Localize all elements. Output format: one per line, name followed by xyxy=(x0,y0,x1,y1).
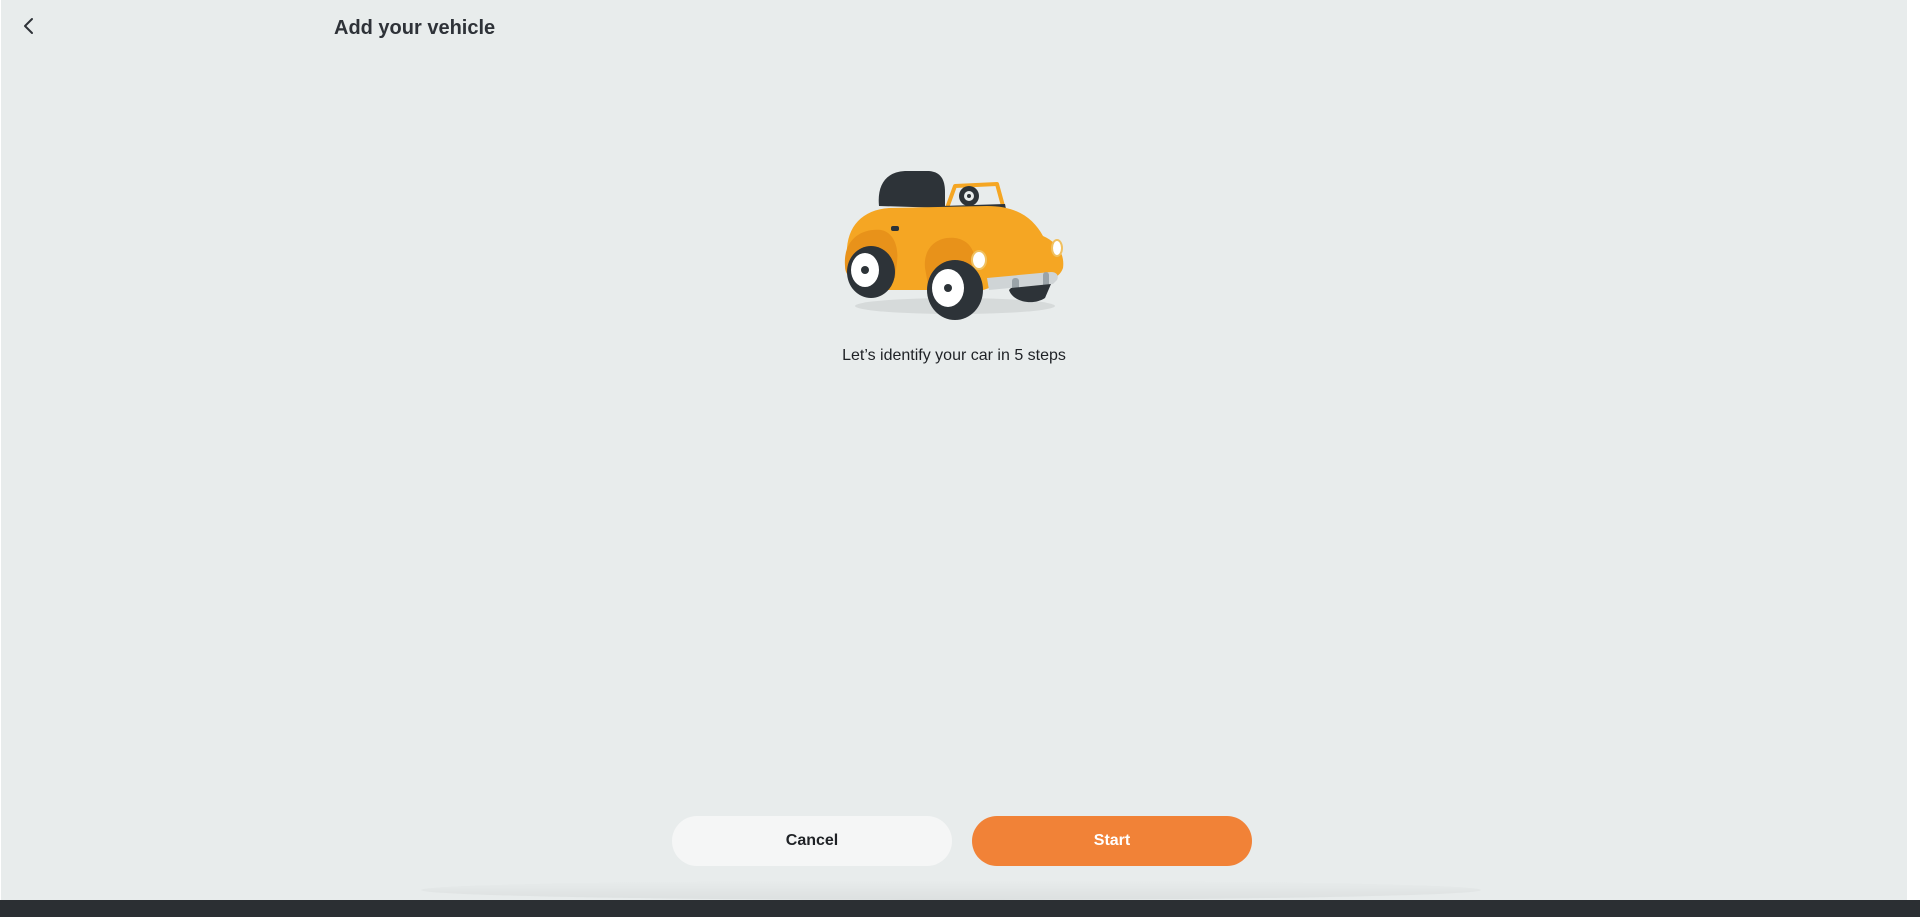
app-window: Add your vehicle Let’s identify your car… xyxy=(1,0,1907,900)
start-button[interactable]: Start xyxy=(972,816,1252,866)
intro-text: Let’s identify your car in 5 steps xyxy=(842,347,1066,364)
back-button[interactable] xyxy=(15,12,43,40)
window-edge xyxy=(1907,0,1920,900)
taskbar xyxy=(0,900,1920,917)
cancel-button[interactable]: Cancel xyxy=(672,816,952,866)
chevron-left-icon xyxy=(24,18,33,34)
car-illustration xyxy=(844,171,1064,320)
button-bar-shadow xyxy=(421,880,1481,900)
page-title: Add your vehicle xyxy=(334,17,496,39)
